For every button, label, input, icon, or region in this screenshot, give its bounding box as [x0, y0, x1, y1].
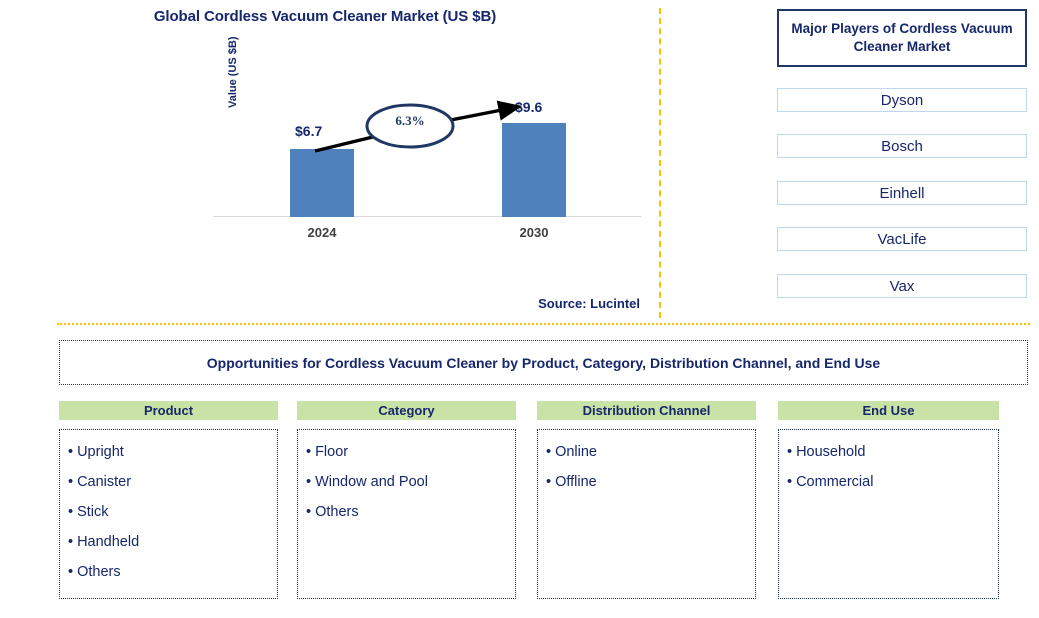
- column-header-category: Category: [297, 401, 516, 420]
- column-body-end-use: • Household • Commercial: [778, 429, 999, 599]
- bullet-icon: •: [68, 444, 74, 460]
- bullet-icon: •: [546, 474, 552, 490]
- list-item: • Handheld: [68, 527, 277, 557]
- bullet-icon: •: [68, 504, 74, 520]
- list-item-label: Window and Pool: [315, 474, 428, 490]
- source-label: Source: Lucintel: [538, 296, 640, 311]
- player-item-einhell[interactable]: Einhell: [777, 181, 1027, 205]
- list-item-label: Household: [796, 444, 866, 460]
- bullet-icon: •: [68, 534, 74, 550]
- bullet-icon: •: [68, 564, 74, 580]
- list-item: • Others: [68, 557, 277, 587]
- column-body-distribution-channel: • Online • Offline: [537, 429, 756, 599]
- horizontal-divider: [57, 323, 1030, 325]
- cagr-label: 6.3%: [395, 113, 425, 128]
- list-item-label: Offline: [555, 474, 597, 490]
- bullet-icon: •: [546, 444, 552, 460]
- player-label: Bosch: [881, 137, 923, 155]
- bullet-icon: •: [306, 504, 312, 520]
- player-label: Einhell: [879, 184, 925, 202]
- player-label: VacLife: [877, 230, 927, 248]
- list-item-label: Handheld: [77, 534, 140, 550]
- list-item: • Stick: [68, 497, 277, 527]
- column-body-product: • Upright • Canister • Stick • Handheld • Oth…: [59, 429, 278, 599]
- bullet-icon: •: [68, 474, 74, 490]
- list-item-label: Others: [315, 504, 359, 520]
- list-item: • Online: [546, 437, 755, 467]
- list-item: • Others: [306, 497, 515, 527]
- list-item-label: Online: [555, 444, 597, 460]
- column-header-distribution-channel: Distribution Channel: [537, 401, 756, 420]
- player-item-vaclife[interactable]: VacLife: [777, 227, 1027, 251]
- player-label: Vax: [889, 277, 915, 295]
- column-header-product: Product: [59, 401, 278, 420]
- list-item-label: Canister: [77, 474, 132, 490]
- bullet-icon: •: [306, 444, 312, 460]
- bullet-icon: •: [306, 474, 312, 490]
- infographic-canvas: Global Cordless Vacuum Cleaner Market (U…: [0, 0, 1039, 618]
- opportunities-banner: Opportunities for Cordless Vacuum Cleane…: [59, 340, 1028, 385]
- column-header-end-use: End Use: [778, 401, 999, 420]
- bullet-icon: •: [787, 444, 793, 460]
- list-item-label: Upright: [77, 444, 124, 460]
- list-item-label: Others: [77, 564, 121, 580]
- bullet-icon: •: [787, 474, 793, 490]
- list-item: • Upright: [68, 437, 277, 467]
- list-item: • Household: [787, 437, 998, 467]
- vertical-divider: [659, 8, 661, 318]
- player-item-bosch[interactable]: Bosch: [777, 134, 1027, 158]
- cagr-arrow-icon: [314, 100, 523, 153]
- list-item: • Commercial: [787, 467, 998, 497]
- player-item-dyson[interactable]: Dyson: [777, 88, 1027, 112]
- list-item: • Window and Pool: [306, 467, 515, 497]
- players-panel-title: Major Players of Cordless Vacuum Cleaner…: [777, 9, 1027, 67]
- list-item-label: Floor: [315, 444, 349, 460]
- list-item: • Floor: [306, 437, 515, 467]
- player-label: Dyson: [880, 91, 924, 109]
- list-item: • Canister: [68, 467, 277, 497]
- column-body-category: • Floor • Window and Pool • Others: [297, 429, 516, 599]
- list-item-label: Commercial: [796, 474, 874, 490]
- list-item-label: Stick: [77, 504, 109, 520]
- chart-title: Global Cordless Vacuum Cleaner Market (U…: [153, 8, 497, 25]
- player-item-vax[interactable]: Vax: [777, 274, 1027, 298]
- bar-chart: Value (US $B) $6.7 $9.6 2024 2030 6.3%: [210, 36, 645, 240]
- list-item: • Offline: [546, 467, 755, 497]
